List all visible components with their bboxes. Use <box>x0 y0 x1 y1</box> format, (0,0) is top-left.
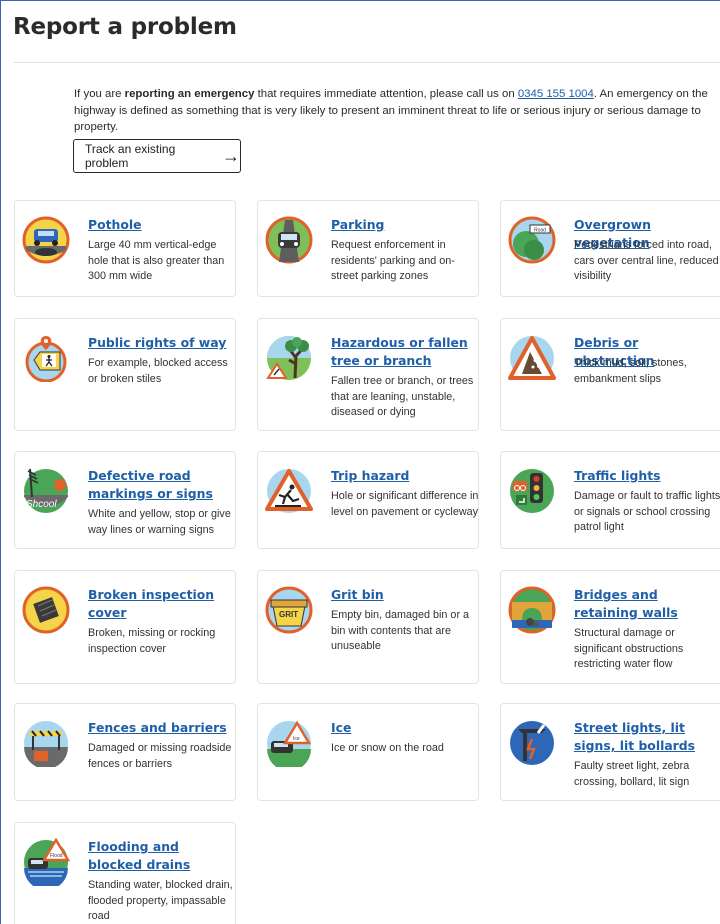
fence-icon <box>24 721 68 767</box>
road-markings-icon: Shcool <box>24 468 68 513</box>
svg-text:Flood: Flood <box>50 853 63 859</box>
card-road-markings[interactable]: Shcool Defective road markings or signs … <box>14 451 236 549</box>
card-title-parking[interactable]: Parking <box>331 216 471 234</box>
page-title: Report a problem <box>13 14 237 40</box>
card-desc-debris-or-obstruction: Thick mud, soil, stones, embankment slip… <box>574 357 687 385</box>
card-title-fences-and-barriers[interactable]: Fences and barriers <box>88 719 228 737</box>
track-button-label: Track an existing problem <box>85 142 176 170</box>
card-flooding[interactable]: Flood Flooding and blocked drains Standi… <box>14 822 236 924</box>
card-title-trip-hazard[interactable]: Trip hazard <box>331 467 471 485</box>
card-fallen-tree[interactable]: Hazardous or fallen tree or branch Falle… <box>257 318 479 431</box>
card-bridges[interactable]: Bridges and retaining walls Structural d… <box>500 570 720 684</box>
fallen-tree-icon <box>266 336 311 380</box>
debris-icon <box>508 336 556 380</box>
card-desc-public-rights-of-way: For example, blocked access or broken st… <box>88 357 228 385</box>
card-pothole[interactable]: Pothole Large 40 mm vertical-edge hole t… <box>14 200 236 297</box>
svg-text:GRIT: GRIT <box>279 610 298 619</box>
card-traffic-lights[interactable]: Traffic lights Damage or fault to traffi… <box>500 451 720 549</box>
card-desc-fallen-tree: Fallen tree or branch, or trees that are… <box>331 375 474 418</box>
card-title-pothole[interactable]: Pothole <box>88 216 228 234</box>
card-desc-fences-and-barriers: Damaged or missing roadside fences or ba… <box>88 742 232 770</box>
bridge-icon <box>508 586 556 634</box>
track-existing-problem-button[interactable]: Track an existing problem → <box>73 139 241 173</box>
card-title-traffic-lights[interactable]: Traffic lights <box>574 467 714 485</box>
card-title-road-markings[interactable]: Defective road markings or signs <box>88 467 228 503</box>
card-grit-bin[interactable]: GRIT Grit bin Empty bin, damaged bin or … <box>257 570 479 684</box>
vegetation-icon: Road <box>508 216 556 264</box>
card-title-flooding[interactable]: Flooding and blocked drains <box>88 838 228 874</box>
card-debris-or-obstruction[interactable]: Debris or obstruction Thick mud, soil, s… <box>500 318 720 431</box>
card-desc-flooding: Standing water, blocked drain, flooded p… <box>88 879 233 922</box>
card-trip-hazard[interactable]: Trip hazard Hole or significant differen… <box>257 451 479 549</box>
flooding-icon: Flood <box>24 838 70 886</box>
card-desc-bridges: Structural damage or significant obstruc… <box>574 627 684 670</box>
card-desc-inspection-cover: Broken, missing or rocking inspection co… <box>88 627 216 655</box>
card-desc-street-lights: Faulty street light, zebra crossing, bol… <box>574 760 690 788</box>
traffic-lights-icon <box>510 469 554 513</box>
card-desc-overgrown-vegetation: Pedestrians forced into road, cars over … <box>574 239 719 282</box>
card-public-rights-of-way[interactable]: Public rights of way For example, blocke… <box>14 318 236 431</box>
card-title-fallen-tree[interactable]: Hazardous or fallen tree or branch <box>331 334 471 370</box>
card-title-street-lights[interactable]: Street lights, lit signs, lit bollards <box>574 719 714 755</box>
ice-icon: Ice <box>267 720 312 767</box>
card-street-lights[interactable]: Street lights, lit signs, lit bollards F… <box>500 703 720 801</box>
card-desc-pothole: Large 40 mm vertical-edge hole that is a… <box>88 239 225 282</box>
card-ice[interactable]: Ice Ice Ice or snow on the road <box>257 703 479 801</box>
card-desc-grit-bin: Empty bin, damaged bin or a bin with con… <box>331 609 470 652</box>
svg-text:Ice: Ice <box>293 736 300 742</box>
card-title-ice[interactable]: Ice <box>331 719 471 737</box>
rights-of-way-icon <box>25 336 67 382</box>
card-desc-road-markings: White and yellow, stop or give way lines… <box>88 508 231 536</box>
inspection-cover-icon <box>22 586 70 634</box>
pothole-icon <box>22 216 70 264</box>
card-title-bridges[interactable]: Bridges and retaining walls <box>574 586 714 622</box>
title-divider <box>14 62 720 63</box>
card-title-public-rights-of-way[interactable]: Public rights of way <box>88 334 228 352</box>
emergency-phone-link[interactable]: 0345 155 1004 <box>518 88 594 100</box>
grit-bin-icon: GRIT <box>265 586 313 634</box>
card-parking[interactable]: Parking Request enforcement in residents… <box>257 200 479 297</box>
svg-text:Road: Road <box>534 228 546 234</box>
arrow-right-icon: → <box>222 146 240 166</box>
emergency-notice: If you are reporting an emergency that r… <box>74 88 708 133</box>
card-desc-ice: Ice or snow on the road <box>331 742 444 754</box>
card-desc-trip-hazard: Hole or significant difference in level … <box>331 490 479 518</box>
parking-icon <box>265 216 313 264</box>
card-desc-traffic-lights: Damage or fault to traffic lights or sig… <box>574 490 720 533</box>
card-title-grit-bin[interactable]: Grit bin <box>331 586 471 604</box>
card-fences-and-barriers[interactable]: Fences and barriers Damaged or missing r… <box>14 703 236 801</box>
card-overgrown-vegetation[interactable]: Road Overgrown vegetation Pedestrians fo… <box>500 200 720 297</box>
svg-text:Shcool: Shcool <box>26 499 57 510</box>
street-light-icon <box>510 721 554 765</box>
card-title-inspection-cover[interactable]: Broken inspection cover <box>88 586 228 622</box>
card-desc-parking: Request enforcement in residents' parkin… <box>331 239 455 282</box>
trip-hazard-icon <box>265 469 313 513</box>
card-inspection-cover[interactable]: Broken inspection cover Broken, missing … <box>14 570 236 684</box>
emergency-emphasis: reporting an emergency <box>124 88 255 100</box>
